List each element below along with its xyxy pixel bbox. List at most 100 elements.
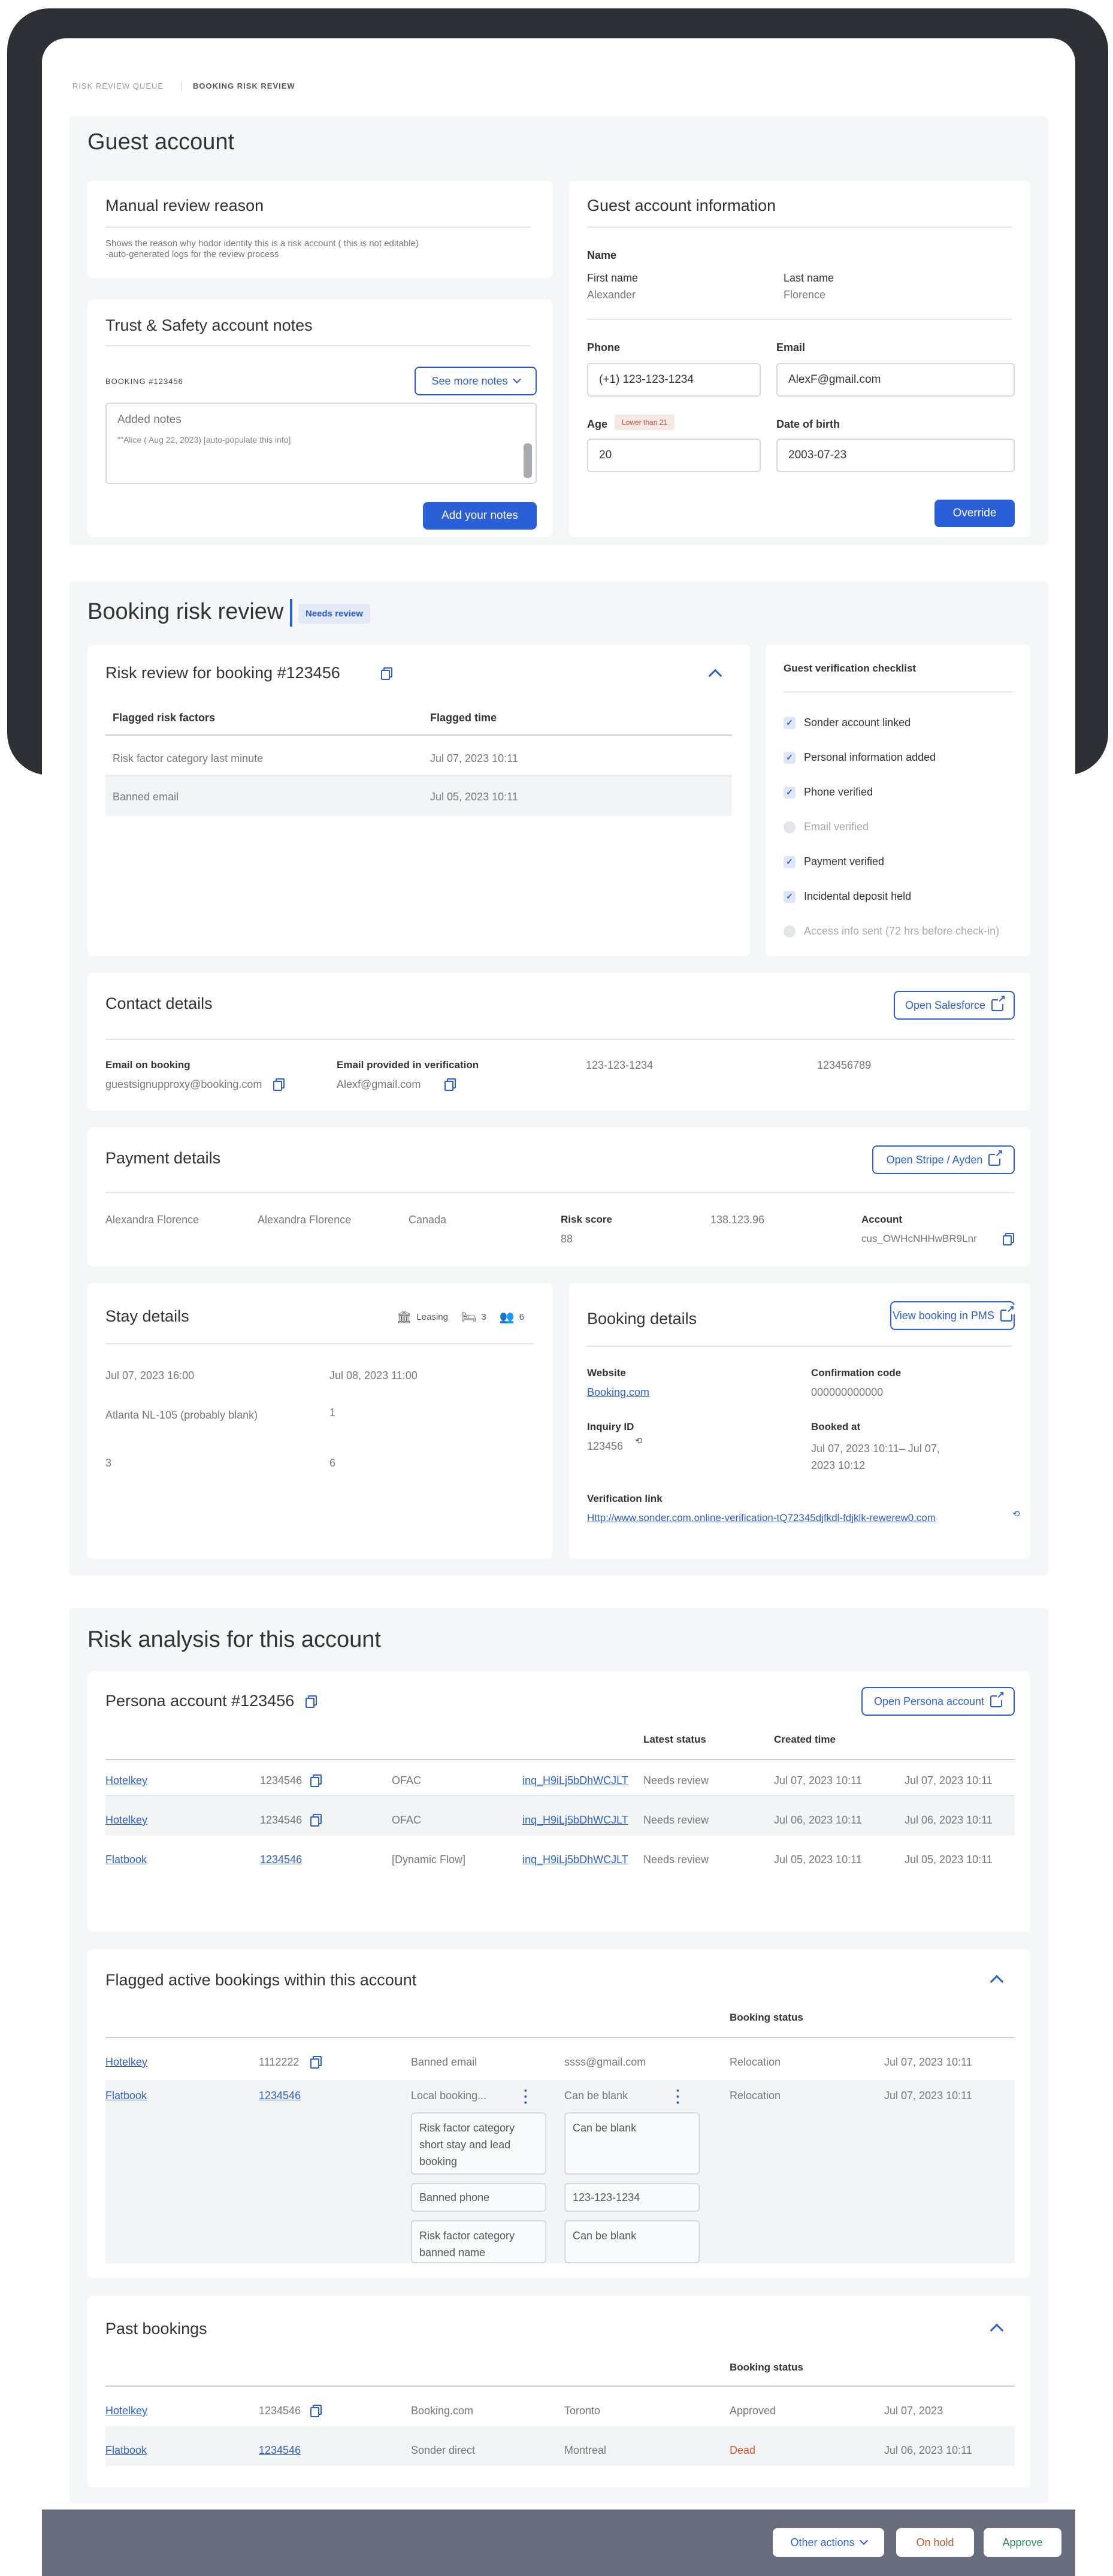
factor-box-3[interactable]: Risk factor category banned name [411,2220,546,2263]
email-on-booking: guestsignupproxy@booking.com [105,1078,262,1090]
copy-icon[interactable] [310,2056,322,2069]
dob-field[interactable]: 2003-07-23 [776,439,1015,472]
persona-inquiry-2[interactable]: inq_H9iLj5bDhWCJLT [522,1814,628,1827]
factor-box-2[interactable]: Banned phone [411,2183,546,2212]
payment-name-1: Alexandra Florence [105,1214,199,1226]
flagged-value-1: ssss@gmail.com [564,2056,646,2068]
open-salesforce-button[interactable]: Open Salesforce [894,991,1015,1020]
refresh-icon[interactable]: ⟲ [1012,1508,1020,1519]
on-hold-button[interactable]: On hold [896,2528,974,2557]
guest-account-section: Guest account Manual review reason Shows… [69,116,1048,545]
past-channel-2: Sonder direct [411,2444,476,2456]
copy-icon[interactable] [310,1774,322,1787]
guest-info-title: Guest account information [587,196,776,214]
persona-inquiry-1[interactable]: inq_H9iLj5bDhWCJLT [522,1774,628,1787]
persona-type-2: OFAC [392,1814,422,1826]
persona-source-1[interactable]: Hotelkey [105,1774,147,1787]
see-more-notes-button[interactable]: See more notes [415,367,537,395]
inquiry-label: Inquiry ID [587,1421,634,1432]
copy-icon[interactable] [444,1078,456,1091]
contact-number: 123456789 [817,1059,872,1071]
contact-title: Contact details [105,994,213,1012]
persona-id-1: 1234546 [260,1774,303,1786]
copy-icon[interactable] [273,1078,285,1091]
stay-value-3: 6 [329,1457,336,1469]
bed-icon: 🛏 [461,1311,477,1324]
flagged-source-2[interactable]: Flatbook [105,2090,147,2102]
open-persona-button[interactable]: Open Persona account [861,1687,1015,1716]
past-city-2: Montreal [564,2444,607,2456]
divider [105,1039,1015,1040]
col-flagged-time: Flagged time [430,712,497,724]
website-link[interactable]: Booking.com [587,1386,649,1399]
past-time-1: Jul 07, 2023 [884,2405,943,2417]
name-label: Name [587,249,617,261]
age-field[interactable]: 20 [587,439,761,472]
copy-icon[interactable] [310,2405,322,2417]
checkbox-empty-icon [784,821,796,833]
checklist-title: Guest verification checklist [784,663,917,674]
past-source-2[interactable]: Flatbook [105,2444,147,2457]
flagged-bookings-card: Flagged active bookings within this acco… [87,1949,1030,2278]
override-button[interactable]: Override [934,500,1015,527]
checklist-item-phone-verified: ✓ Phone verified [784,786,873,799]
verification-link[interactable]: Http://www.sonder.com.online-verificatio… [587,1512,936,1524]
flagged-source-1[interactable]: Hotelkey [105,2056,147,2069]
link-icon[interactable]: ⟲ [635,1435,643,1446]
checklist-item-payment-verified: ✓ Payment verified [784,855,884,868]
persona-card: Persona account #123456 Open Persona acc… [87,1671,1030,1931]
persona-inquiry-3[interactable]: inq_H9iLj5bDhWCJLT [522,1854,628,1866]
persona-source-3[interactable]: Flatbook [105,1854,147,1866]
needs-review-badge: Needs review [298,604,370,624]
table-header-divider [105,734,732,736]
more-options-icon[interactable]: · · · [524,2084,528,2111]
flagged-id-2[interactable]: 1234546 [259,2090,301,2102]
past-id-2[interactable]: 1234546 [259,2444,301,2457]
breadcrumb-current: BOOKING RISK REVIEW [193,81,295,90]
past-source-1[interactable]: Hotelkey [105,2405,147,2417]
past-id-1: 1234546 [259,2405,301,2417]
stay-beds: 3 [481,1312,486,1322]
value-box-3[interactable]: Can be blank [564,2220,700,2263]
risk-analysis-section: Risk analysis for this account Persona a… [69,1608,1048,2503]
chevron-up-icon[interactable] [990,2323,1004,2338]
risk-factor-2: Banned email [113,791,179,803]
value-box-1[interactable]: Can be blank [564,2112,700,2175]
add-notes-button[interactable]: Add your notes [423,502,537,530]
phone-field[interactable]: (+1) 123-123-1234 [587,363,761,397]
persona-source-2[interactable]: Hotelkey [105,1814,147,1827]
checklist-label: Email verified [804,821,869,833]
copy-icon[interactable] [1003,1233,1014,1245]
past-status-1: Approved [730,2405,776,2417]
contact-phone: 123-123-1234 [586,1059,654,1071]
status-divider [290,599,292,627]
stay-card: Stay details 🏛 Leasing 🛏 3 👥 6 Jul 07, 2023… [87,1283,552,1559]
persona-time-1: Jul 07, 2023 10:11 [905,1774,993,1786]
inquiry-value: 123456 [587,1440,624,1452]
chevron-up-icon[interactable] [990,1975,1004,1989]
approve-button[interactable]: Approve [984,2528,1061,2557]
past-bookings-card: Past bookings Booking status Hotelkey 12… [87,2296,1030,2487]
notes-textarea[interactable]: Added notes ""Alice ( Aug 22, 2023) [aut… [105,403,537,484]
copy-icon[interactable] [310,1814,322,1827]
email-field[interactable]: AlexF@gmail.com [776,363,1015,397]
past-bookings-title: Past bookings [105,2320,207,2338]
chevron-up-icon[interactable] [708,669,722,683]
value-box-2[interactable]: 123-123-1234 [564,2183,700,2212]
chevron-down-icon [859,2536,868,2545]
notes-scrollbar[interactable] [524,443,532,478]
factor-box-1[interactable]: Risk factor category short stay and lead… [411,2112,546,2175]
other-actions-button[interactable]: Other actions [773,2528,884,2557]
persona-id-3[interactable]: 1234546 [260,1854,302,1866]
copy-icon[interactable] [381,667,392,680]
guests-icon: 👥 [499,1311,515,1324]
breadcrumb-queue[interactable]: RISK REVIEW QUEUE [72,81,164,90]
flagged-time-2: Jul 07, 2023 10:11 [884,2090,972,2102]
booked-at-label: Booked at [811,1421,861,1432]
view-booking-pms-button[interactable]: View booking in PMS [890,1301,1015,1330]
more-options-icon[interactable]: · · · [676,2084,680,2111]
copy-icon[interactable] [306,1695,317,1708]
checklist-item-deposit-held: ✓ Incidental deposit held [784,890,911,903]
open-stripe-button[interactable]: Open Stripe / Ayden [872,1145,1015,1174]
divider [587,319,1012,320]
